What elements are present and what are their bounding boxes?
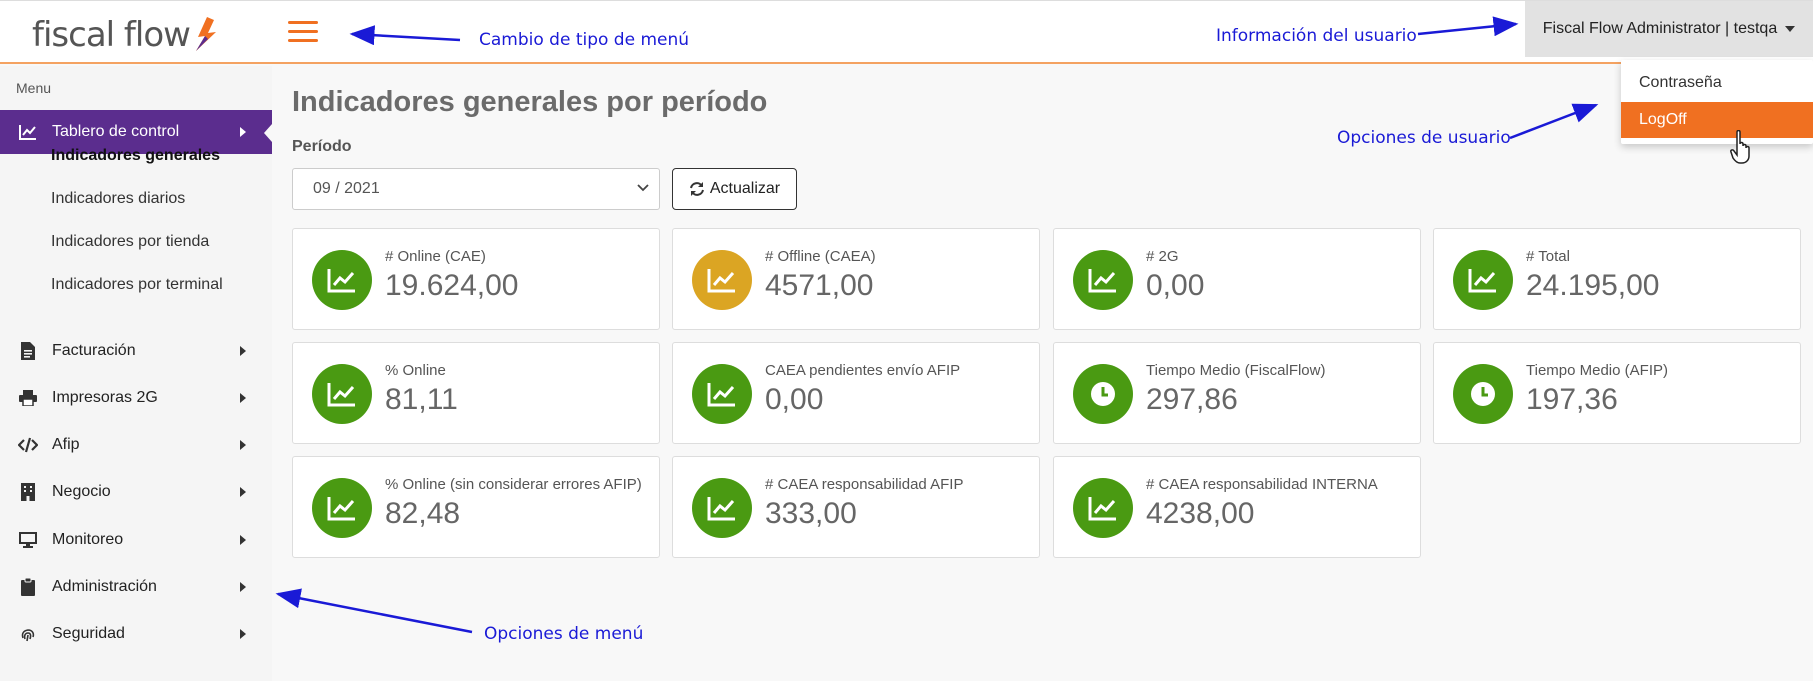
- annotation-arrows: [275, 16, 1599, 634]
- annotation-menu-options: Opciones de menú: [484, 624, 644, 644]
- annotation-user-info: Información del usuario: [1216, 26, 1417, 46]
- annotation-menu-type: Cambio de tipo de menú: [479, 30, 690, 50]
- hand-cursor-icon: [1730, 130, 1750, 164]
- annotation-user-options: Opciones de usuario: [1337, 128, 1511, 148]
